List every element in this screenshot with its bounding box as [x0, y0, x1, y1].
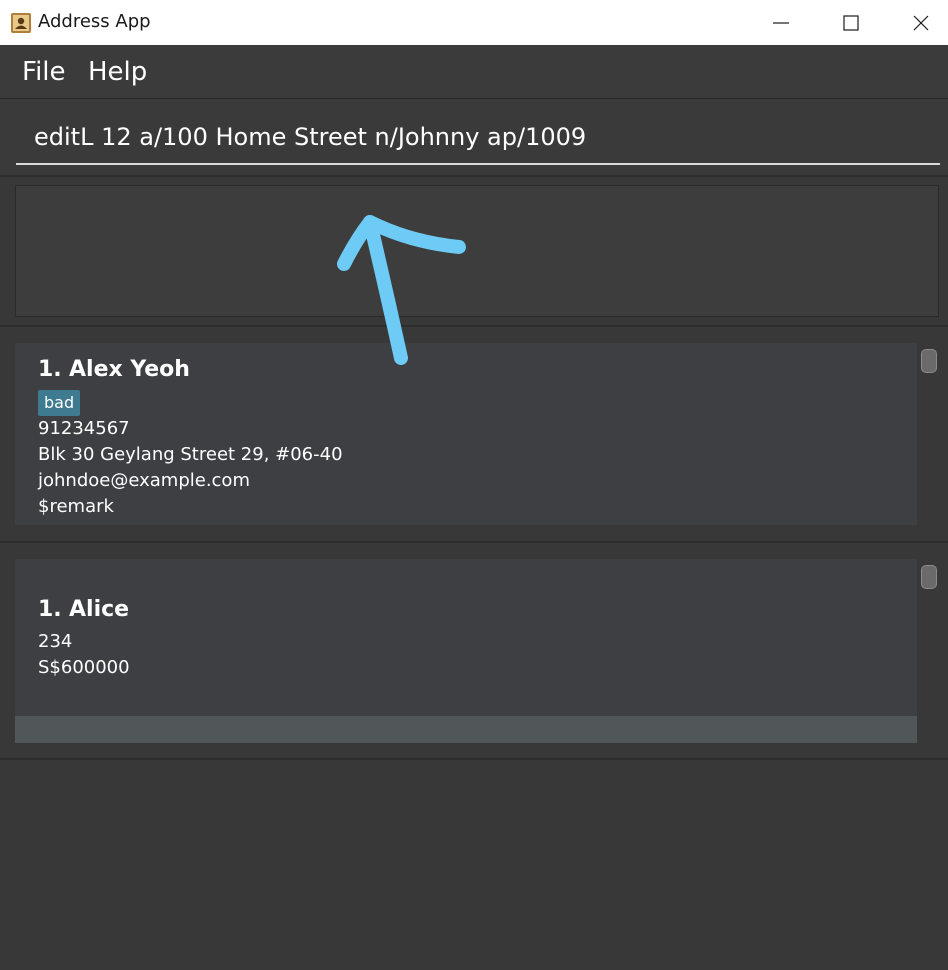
minimize-icon [773, 21, 789, 24]
secondary-list-panel: 1. Alice 234 S$600000 [0, 543, 948, 760]
secondary-line-1: 234 [38, 631, 73, 652]
result-display-panel [0, 177, 948, 327]
tag-badge: bad [38, 390, 81, 416]
command-input[interactable] [16, 111, 940, 165]
person-remark: $remark [38, 496, 114, 517]
horizontal-scrollbar[interactable] [15, 716, 917, 743]
maximize-button[interactable] [816, 0, 886, 45]
secondary-index: 1. [38, 597, 62, 622]
close-button[interactable] [886, 0, 948, 45]
person-email: johndoe@example.com [38, 470, 250, 491]
person-phone: 91234567 [38, 418, 130, 439]
scrollbar-thumb-2[interactable] [921, 565, 937, 589]
secondary-name: Alice [69, 597, 130, 622]
result-display [15, 185, 939, 317]
window-title: Address App [38, 11, 151, 32]
secondary-line-2: S$600000 [38, 657, 130, 678]
menu-file[interactable]: File [22, 57, 66, 87]
person-card[interactable]: 1. Alex Yeoh bad 91234567 Blk 30 Geylang… [15, 343, 917, 525]
person-index: 1. [38, 357, 62, 382]
minimize-button[interactable] [746, 0, 816, 45]
command-box-panel [0, 99, 948, 177]
secondary-card[interactable]: 1. Alice 234 S$600000 [15, 559, 917, 716]
person-address: Blk 30 Geylang Street 29, #06-40 [38, 444, 343, 465]
person-list-panel: 1. Alex Yeoh bad 91234567 Blk 30 Geylang… [0, 327, 948, 543]
scrollbar-thumb[interactable] [921, 349, 937, 373]
maximize-icon [843, 14, 859, 31]
menu-help[interactable]: Help [88, 57, 147, 87]
address-book-icon [11, 13, 31, 33]
person-name: Alex Yeoh [69, 357, 190, 382]
title-bar: Address App [0, 0, 948, 45]
close-icon [913, 15, 929, 30]
menu-bar: File Help [0, 45, 948, 99]
